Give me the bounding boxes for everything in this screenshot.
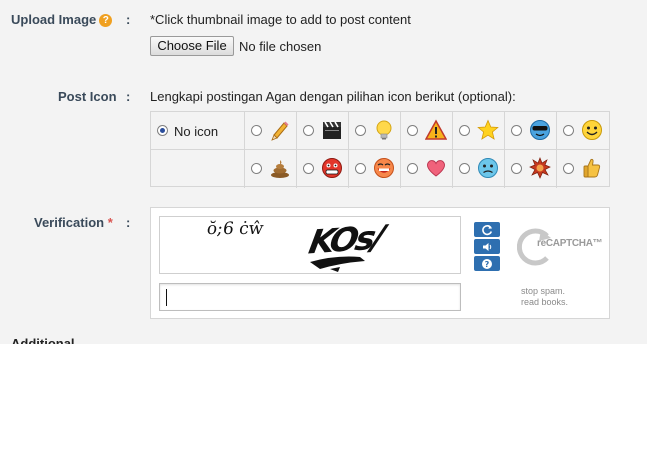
- captcha-image: ŏ;6 ċŵ KOs/: [159, 216, 461, 274]
- radio-grin-face[interactable]: [355, 163, 366, 174]
- post-icon-option[interactable]: [297, 150, 349, 188]
- post-icon-option[interactable]: [297, 112, 349, 150]
- pencil-icon: [271, 121, 289, 141]
- upload-hint: *Click thumbnail image to add to post co…: [150, 12, 411, 27]
- required-marker: *: [107, 215, 113, 230]
- additional-section-label: Additional: [11, 336, 75, 344]
- captcha-word-1: ŏ;6 ċŵ: [205, 219, 265, 239]
- radio-heart[interactable]: [407, 163, 418, 174]
- radio-warning[interactable]: [407, 125, 418, 136]
- radio-cool-face[interactable]: [511, 125, 522, 136]
- post-icon-option[interactable]: [349, 150, 401, 188]
- verification-label: Verification *: [34, 215, 113, 230]
- help-icon[interactable]: ?: [474, 256, 500, 271]
- help-icon[interactable]: ?: [99, 14, 113, 27]
- thumbs-up-icon: [583, 158, 601, 178]
- cool-face-icon: [530, 120, 550, 140]
- svg-text:?: ?: [485, 260, 490, 269]
- post-icon-empty-cell: [151, 150, 245, 188]
- radio-smile-face[interactable]: [563, 125, 574, 136]
- post-icon-description: Lengkapi postingan Agan dengan pilihan i…: [150, 89, 516, 104]
- smile-face-icon: [582, 120, 602, 140]
- post-icon-option[interactable]: [401, 150, 453, 188]
- recaptcha-tagline: stop spam. read books.: [521, 286, 568, 308]
- radio-poop[interactable]: [251, 163, 262, 174]
- splat-icon: [529, 157, 551, 179]
- angry-face-icon: [322, 158, 342, 178]
- lightbulb-icon: [376, 120, 392, 140]
- post-icon-option[interactable]: [505, 150, 557, 188]
- grin-face-icon: [374, 158, 394, 178]
- upload-image-label: Upload Image?: [11, 12, 113, 27]
- recaptcha-tagline-line1: stop spam.: [521, 286, 566, 296]
- radio-splat[interactable]: [511, 163, 522, 174]
- star-icon: [477, 119, 499, 140]
- post-icon-colon: :: [126, 89, 131, 104]
- post-icon-option[interactable]: [349, 112, 401, 150]
- refresh-icon[interactable]: [474, 222, 500, 237]
- upload-image-label-text: Upload Image: [11, 12, 97, 27]
- radio-thumbs-up[interactable]: [563, 163, 574, 174]
- post-icon-option[interactable]: [505, 112, 557, 150]
- text-cursor: [166, 289, 167, 306]
- radio-no-icon[interactable]: [157, 125, 168, 136]
- sad-face-icon: [478, 158, 498, 178]
- post-icon-option[interactable]: [557, 112, 609, 150]
- post-icon-option[interactable]: [245, 150, 297, 188]
- verification-label-text: Verification: [34, 215, 105, 230]
- warning-icon: [425, 119, 447, 140]
- post-icon-option[interactable]: [453, 150, 505, 188]
- post-icon-option[interactable]: [245, 112, 297, 150]
- verification-colon: :: [126, 215, 131, 230]
- radio-pencil[interactable]: [251, 125, 262, 136]
- radio-angry-face[interactable]: [303, 163, 314, 174]
- post-icon-option[interactable]: [401, 112, 453, 150]
- no-icon-label: No icon: [174, 124, 219, 139]
- audio-icon[interactable]: [474, 239, 500, 254]
- post-icon-option[interactable]: [557, 150, 609, 188]
- recaptcha-logo-text: reCAPTCHA™: [537, 238, 603, 249]
- poop-icon: [271, 160, 289, 178]
- upload-image-colon: :: [126, 12, 131, 27]
- captcha-word-2: KOs/: [305, 217, 386, 262]
- radio-star[interactable]: [459, 125, 470, 136]
- radio-lightbulb[interactable]: [355, 125, 366, 136]
- choose-file-button[interactable]: Choose File: [150, 36, 234, 56]
- no-file-chosen-text: No file chosen: [239, 39, 322, 54]
- recaptcha-widget: ŏ;6 ċŵ KOs/ ? reCAPTCHA™ stop spam. read…: [150, 207, 610, 319]
- recaptcha-tagline-line2: read books.: [521, 297, 569, 307]
- post-icon-label: Post Icon: [58, 89, 117, 104]
- radio-clapperboard[interactable]: [303, 125, 314, 136]
- post-icon-table: No icon: [150, 111, 610, 188]
- captcha-response-input[interactable]: [159, 283, 461, 311]
- radio-sad-face[interactable]: [459, 163, 470, 174]
- post-icon-option-none[interactable]: No icon: [151, 112, 245, 150]
- post-icon-option[interactable]: [453, 112, 505, 150]
- clapperboard-icon: [323, 121, 341, 139]
- post-form: Upload Image? : *Click thumbnail image t…: [0, 0, 647, 344]
- heart-icon: [427, 160, 445, 177]
